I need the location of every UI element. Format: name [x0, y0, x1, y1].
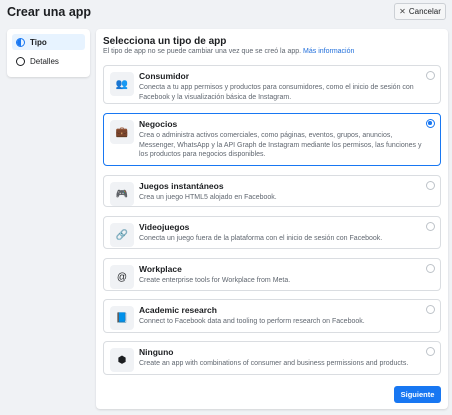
empty-circle-icon	[16, 56, 25, 66]
option-description: Crea o administra activos comerciales, c…	[139, 132, 422, 158]
link-icon: 🔗	[110, 223, 134, 247]
cube-icon: ⬢	[110, 348, 134, 372]
next-button[interactable]: Siguiente	[394, 386, 441, 403]
option-consumidor[interactable]: 👥 Consumidor Conecta a tu app permisos y…	[103, 65, 441, 104]
option-title: Negocios	[139, 119, 178, 129]
option-radio[interactable]	[426, 222, 435, 231]
book-icon: 📘	[110, 306, 134, 330]
half-circle-icon	[16, 37, 25, 47]
option-title: Juegos instantáneos	[139, 181, 224, 191]
section-title: Selecciona un tipo de app	[103, 36, 227, 47]
option-radio[interactable]	[426, 119, 435, 128]
option-description: Crea un juego HTML5 alojado en Facebook.	[139, 194, 277, 201]
option-description: Conecta un juego fuera de la plataforma …	[139, 235, 383, 242]
option-radio[interactable]	[426, 305, 435, 314]
sidebar-item-detalles[interactable]: Detalles	[12, 53, 85, 69]
option-description: Conecta a tu app permisos y productos pa…	[139, 84, 414, 101]
option-negocios[interactable]: 💼 Negocios Crea o administra activos com…	[103, 113, 441, 166]
option-description: Connect to Facebook data and tooling to …	[139, 318, 365, 325]
option-title: Ninguno	[139, 347, 174, 357]
option-academic-research[interactable]: 📘 Academic research Connect to Facebook …	[103, 299, 441, 333]
workplace-icon: @	[110, 265, 134, 289]
option-radio[interactable]	[426, 264, 435, 273]
option-radio[interactable]	[426, 347, 435, 356]
app-type-panel: Selecciona un tipo de app El tipo de app…	[96, 29, 448, 409]
top-bar: Crear una app ✕ Cancelar	[0, 0, 452, 24]
x-icon: ✕	[399, 7, 406, 16]
page-title: Crear una app	[7, 5, 92, 19]
gamepad-icon: 🎮	[110, 182, 134, 206]
option-title: Workplace	[139, 264, 182, 274]
option-description: Create enterprise tools for Workplace fr…	[139, 277, 291, 284]
option-juegos-instantaneos[interactable]: 🎮 Juegos instantáneos Crea un juego HTML…	[103, 175, 441, 207]
option-title: Videojuegos	[139, 222, 190, 232]
sidebar-item-label: Detalles	[30, 56, 59, 66]
steps-sidebar: Tipo Detalles	[7, 29, 90, 77]
option-workplace[interactable]: @ Workplace Create enterprise tools for …	[103, 258, 441, 291]
section-subtitle: El tipo de app no se puede cambiar una v…	[103, 48, 354, 55]
cancel-button[interactable]: ✕ Cancelar	[394, 3, 446, 20]
sidebar-item-label: Tipo	[30, 37, 47, 47]
sidebar-item-tipo[interactable]: Tipo	[12, 34, 85, 50]
option-description: Create an app with combinations of consu…	[139, 360, 409, 367]
users-icon: 👥	[110, 72, 134, 96]
option-title: Consumidor	[139, 71, 190, 81]
option-radio[interactable]	[426, 181, 435, 190]
more-info-link[interactable]: Más información	[303, 48, 354, 55]
subtitle-text: El tipo de app no se puede cambiar una v…	[103, 48, 302, 55]
option-radio[interactable]	[426, 71, 435, 80]
option-title: Academic research	[139, 305, 217, 315]
briefcase-icon: 💼	[110, 120, 134, 144]
cancel-label: Cancelar	[408, 7, 441, 16]
option-videojuegos[interactable]: 🔗 Videojuegos Conecta un juego fuera de …	[103, 216, 441, 249]
option-ninguno[interactable]: ⬢ Ninguno Create an app with combination…	[103, 341, 441, 375]
